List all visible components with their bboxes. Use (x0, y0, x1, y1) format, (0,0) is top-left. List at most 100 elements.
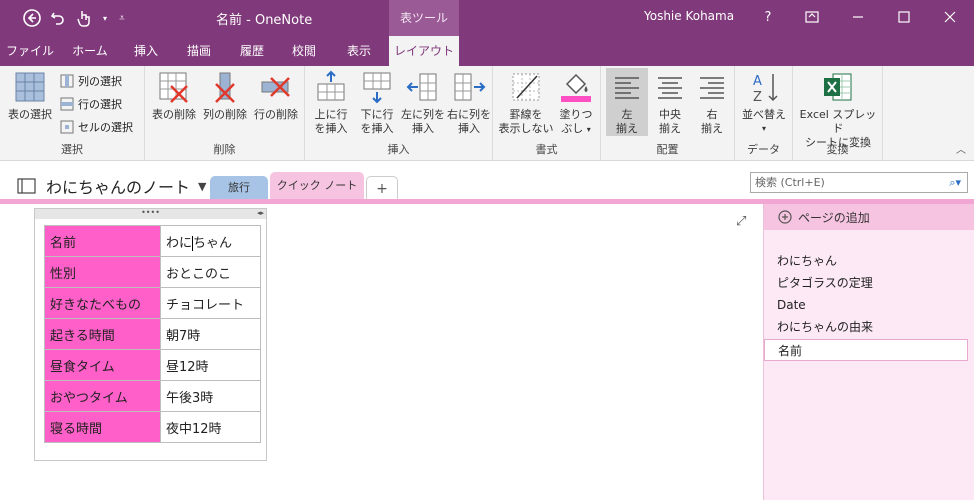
customize-qat-icon[interactable]: ⩡ (116, 8, 128, 28)
page-item-pythagoras[interactable]: ピタゴラスの定理 (764, 272, 974, 294)
delete-column-label: 列の削除 (203, 108, 247, 121)
group-format: 罫線を 表示しない 塗りつ ぶし ▾ 書式 (493, 66, 601, 161)
group-delete-label: 削除 (213, 143, 236, 156)
table-cell-value[interactable]: わにちゃん (160, 225, 261, 257)
delete-column-button[interactable]: 列の削除 (200, 70, 250, 122)
shading-button[interactable]: 塗りつ ぶし ▾ (555, 70, 597, 137)
group-data-label: データ (747, 143, 780, 156)
align-left-button[interactable]: 左 揃え (606, 68, 648, 136)
sort-button[interactable]: AZ 並べ替え ▾ (739, 70, 789, 136)
table-row: 好きなたべもの チョコレート (44, 287, 261, 319)
minimize-icon[interactable] (846, 6, 870, 28)
tab-insert[interactable]: 挿入 (128, 36, 164, 66)
insert-left-icon (406, 73, 437, 101)
table-cell-value[interactable]: おとこのこ (160, 256, 261, 288)
delete-row-button[interactable]: 行の削除 (251, 70, 301, 122)
dropdown-icon[interactable]: ▾ (100, 8, 110, 28)
group-select: 表の選択 列の選択 行の選択 セルの選択 選択 (0, 66, 145, 161)
shading-label-1: 塗りつ (559, 108, 593, 121)
tab-file[interactable]: ファイル (6, 36, 54, 66)
insert-left-button[interactable]: 左に列を 挿入 (400, 70, 446, 136)
group-alignment-label: 配置 (656, 143, 679, 156)
table-cell-value[interactable]: 夜中12時 (160, 411, 261, 443)
ribbon-display-options-icon[interactable] (800, 6, 824, 28)
search-input[interactable]: 検索 (Ctrl+E) ⌕▾ (750, 172, 968, 193)
tab-view[interactable]: 表示 (339, 36, 379, 66)
select-table-label: 表の選択 (8, 108, 52, 121)
delete-column-icon (215, 72, 235, 103)
table-cell-value[interactable]: 朝7時 (160, 318, 261, 350)
table-cell-key[interactable]: 好きなたべもの (44, 287, 161, 319)
insert-right-button[interactable]: 右に列を 挿入 (446, 70, 492, 136)
group-insert: 上に行 を挿入 下に行 を挿入 左に列を 挿入 右に列を 挿入 挿入 (305, 66, 493, 161)
undo-icon[interactable] (48, 8, 68, 28)
table-cell-key[interactable]: 昼食タイム (44, 349, 161, 381)
table-cell-value[interactable]: 午後3時 (160, 380, 261, 412)
insert-left-label-1: 左に列を (401, 108, 445, 121)
insert-above-button[interactable]: 上に行 を挿入 (308, 70, 354, 136)
page-item-name-selected[interactable]: 名前 (764, 339, 968, 361)
tab-history[interactable]: 履歴 (234, 36, 270, 66)
add-section-button[interactable]: + (366, 176, 398, 200)
insert-below-label-2: を挿入 (360, 122, 394, 135)
add-page-label: ページの追加 (798, 210, 870, 225)
align-center-button[interactable]: 中央 揃え (649, 70, 691, 136)
profile-table[interactable]: 名前 わにちゃん 性別 おとこのこ 好きなたべもの チョコレート 起きる時間 朝… (44, 225, 261, 443)
note-container-handle[interactable]: •••• (35, 209, 266, 219)
align-center-label-1: 中央 (659, 108, 681, 121)
table-cell-key[interactable]: 起きる時間 (44, 318, 161, 350)
group-data: AZ 並べ替え ▾ データ (735, 66, 793, 161)
group-insert-label: 挿入 (387, 143, 410, 156)
group-alignment: 左 揃え 中央 揃え 右 揃え 配置 (601, 66, 735, 161)
align-right-button[interactable]: 右 揃え (691, 70, 733, 136)
page-item-date[interactable]: Date (764, 294, 974, 316)
chevron-down-icon: ▼ (198, 179, 207, 193)
table-cell-key[interactable]: 性別 (44, 256, 161, 288)
close-icon[interactable] (938, 6, 962, 28)
select-table-button[interactable]: 表の選択 (5, 70, 55, 122)
table-cell-key[interactable]: 寝る時間 (44, 411, 161, 443)
search-icon[interactable]: ⌕▾ (949, 173, 961, 192)
notebook-selector[interactable]: わにちゃんのノート ▼ (16, 174, 206, 198)
align-left-icon (615, 77, 639, 99)
maximize-icon[interactable] (892, 6, 916, 28)
hide-borders-button[interactable]: 罫線を 表示しない (497, 70, 555, 136)
touch-mode-icon[interactable] (74, 8, 94, 28)
tab-draw[interactable]: 描画 (181, 36, 217, 66)
insert-right-label-2: 挿入 (458, 122, 480, 135)
tab-review[interactable]: 校閲 (286, 36, 322, 66)
align-center-label-2: 揃え (659, 122, 681, 135)
convert-to-excel-button[interactable]: Excel スプレッド シートに変換 (795, 70, 881, 150)
select-column-label: 列の選択 (78, 75, 122, 88)
chevron-down-icon: ▾ (761, 124, 766, 133)
notebook-icon (17, 178, 36, 194)
hide-borders-label-2: 表示しない (498, 122, 554, 135)
select-cell-button[interactable]: セルの選択 (60, 119, 133, 135)
expand-page-icon[interactable]: ⤢ (736, 214, 746, 229)
delete-table-button[interactable]: 表の削除 (149, 70, 199, 122)
table-cell-key[interactable]: おやつタイム (44, 380, 161, 412)
page-item-wanichan[interactable]: わにちゃん (764, 250, 974, 272)
sort-az-icon: AZ (753, 74, 778, 104)
add-page-button[interactable]: ページの追加 (764, 204, 974, 230)
user-name[interactable]: Yoshie Kohama (644, 9, 734, 23)
svg-text:Z: Z (753, 90, 762, 104)
table-cell-key[interactable]: 名前 (44, 225, 161, 257)
section-tab-quick-notes[interactable]: クイック ノート (270, 172, 364, 200)
align-right-icon (700, 77, 724, 99)
select-row-button[interactable]: 行の選択 (60, 96, 122, 112)
container-resize-arrows-icon[interactable]: ◂▸ (257, 209, 264, 217)
table-tools-contextual-tab: 表ツール (389, 0, 459, 36)
table-cell-value[interactable]: チョコレート (160, 287, 261, 319)
insert-below-button[interactable]: 下に行 を挿入 (354, 70, 400, 136)
help-button[interactable]: ? (756, 6, 780, 28)
collapse-ribbon-icon[interactable]: ︿ (956, 141, 966, 156)
tab-layout[interactable]: レイアウト (389, 36, 459, 66)
table-cell-value[interactable]: 昼12時 (160, 349, 261, 381)
insert-above-label-2: を挿入 (314, 122, 348, 135)
page-item-origin[interactable]: わにちゃんの由来 (764, 316, 974, 338)
tab-home[interactable]: ホーム (68, 36, 112, 66)
back-icon[interactable] (22, 8, 42, 28)
section-tab-travel[interactable]: 旅行 (210, 176, 268, 200)
select-column-button[interactable]: 列の選択 (60, 73, 122, 89)
